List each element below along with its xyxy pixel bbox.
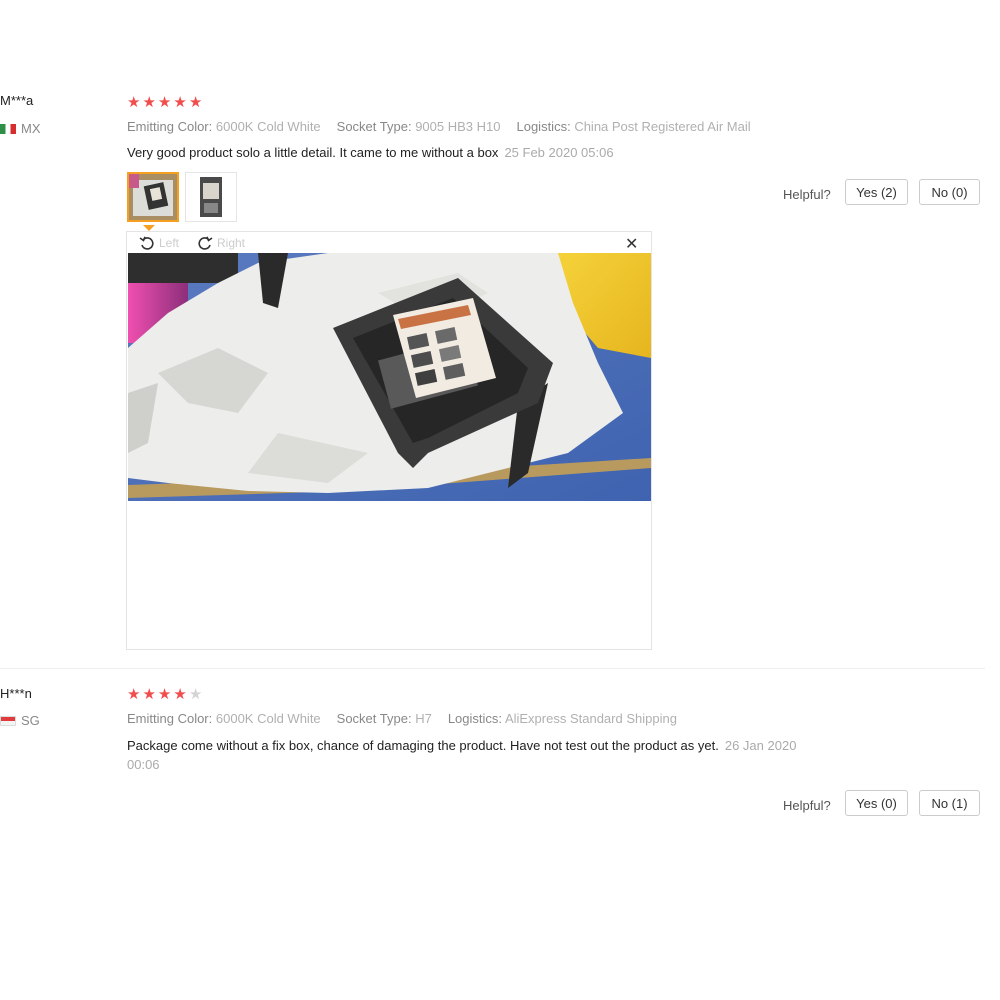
attr-label: Logistics: bbox=[516, 119, 571, 134]
star-icon: ★ bbox=[157, 686, 172, 703]
star-icon: ★ bbox=[188, 94, 203, 111]
review-time: 00:06 bbox=[127, 757, 160, 772]
review-date: 26 Jan 2020 bbox=[724, 738, 797, 753]
helpful-yes-button[interactable]: Yes (2) bbox=[845, 179, 908, 205]
photo-thumbnail-image bbox=[129, 174, 177, 220]
helpful-no-button[interactable]: No (1) bbox=[919, 790, 980, 816]
attr-label: Emitting Color: bbox=[127, 119, 213, 134]
review-photo-thumbnail[interactable] bbox=[185, 172, 237, 222]
star-icon: ★ bbox=[127, 686, 141, 703]
star-icon: ★ bbox=[173, 686, 187, 703]
reviewer-name: M***a bbox=[0, 93, 34, 108]
star-icon: ★ bbox=[157, 94, 172, 111]
star-icon: ★ bbox=[142, 94, 156, 111]
attr-logistics: Logistics: China Post Registered Air Mai… bbox=[516, 119, 750, 134]
attr-value: China Post Registered Air Mail bbox=[574, 119, 751, 134]
attr-value: H7 bbox=[415, 711, 432, 726]
attr-label: Socket Type: bbox=[336, 119, 412, 134]
rotate-right-button[interactable]: Right bbox=[197, 235, 245, 251]
helpful-label: Helpful? bbox=[783, 798, 831, 813]
review-text-block: Package come without a fix box, chance o… bbox=[127, 736, 887, 755]
star-empty-icon: ★ bbox=[188, 686, 203, 703]
review-photo-thumbnail[interactable] bbox=[127, 172, 179, 222]
rotate-left-label: Left bbox=[159, 236, 180, 250]
attr-logistics: Logistics: AliExpress Standard Shipping bbox=[448, 711, 677, 726]
country-code: MX bbox=[21, 121, 41, 136]
star-rating: ★ ★ ★ ★ ★ bbox=[127, 95, 202, 110]
sku-attributes: Emitting Color: 6000K Cold White Socket … bbox=[127, 711, 677, 726]
star-icon: ★ bbox=[142, 686, 156, 703]
review-text-block: Very good product solo a little detail. … bbox=[127, 143, 687, 162]
star-icon: ★ bbox=[173, 94, 187, 111]
singapore-flag-icon bbox=[0, 715, 16, 726]
close-icon[interactable]: ✕ bbox=[625, 234, 638, 254]
helpful-label: Helpful? bbox=[783, 187, 831, 202]
country-code: SG bbox=[21, 713, 40, 728]
reviewer-name: H***n bbox=[0, 686, 32, 701]
helpful-no-button[interactable]: No (0) bbox=[919, 179, 980, 205]
attr-emitting-color: Emitting Color: 6000K Cold White bbox=[127, 119, 321, 134]
review-photo-large bbox=[128, 253, 651, 501]
rotate-right-label: Right bbox=[217, 236, 246, 250]
attr-socket-type: Socket Type: 9005 HB3 H10 bbox=[337, 119, 501, 134]
review-text: Package come without a fix box, chance o… bbox=[127, 738, 719, 753]
review-text: Very good product solo a little detail. … bbox=[127, 145, 499, 160]
star-icon: ★ bbox=[127, 94, 141, 111]
attr-value: 6000K Cold White bbox=[215, 119, 321, 134]
attr-value: 6000K Cold White bbox=[215, 711, 321, 726]
rotate-left-icon bbox=[139, 236, 154, 250]
attr-label: Logistics: bbox=[447, 711, 503, 726]
review-divider bbox=[0, 668, 985, 669]
reviewer-country: SG bbox=[0, 713, 40, 728]
image-viewer: Left Right ✕ bbox=[126, 231, 652, 650]
attr-label: Socket Type: bbox=[336, 711, 412, 726]
sku-attributes: Emitting Color: 6000K Cold White Socket … bbox=[127, 119, 751, 134]
mexico-flag-icon bbox=[0, 123, 16, 134]
rotate-left-button[interactable]: Left bbox=[139, 235, 179, 251]
attr-value: 9005 HB3 H10 bbox=[415, 119, 501, 134]
review-date: 25 Feb 2020 05:06 bbox=[504, 145, 614, 160]
attr-value: AliExpress Standard Shipping bbox=[504, 711, 677, 726]
star-rating: ★ ★ ★ ★ ★ bbox=[127, 687, 202, 702]
reviewer-country: MX bbox=[0, 121, 41, 136]
attr-socket-type: Socket Type: H7 bbox=[337, 711, 432, 726]
photo-thumbnail-image bbox=[186, 173, 236, 221]
helpful-yes-button[interactable]: Yes (0) bbox=[845, 790, 908, 816]
attr-label: Emitting Color: bbox=[127, 711, 213, 726]
rotate-right-icon bbox=[198, 236, 213, 250]
attr-emitting-color: Emitting Color: 6000K Cold White bbox=[127, 711, 321, 726]
